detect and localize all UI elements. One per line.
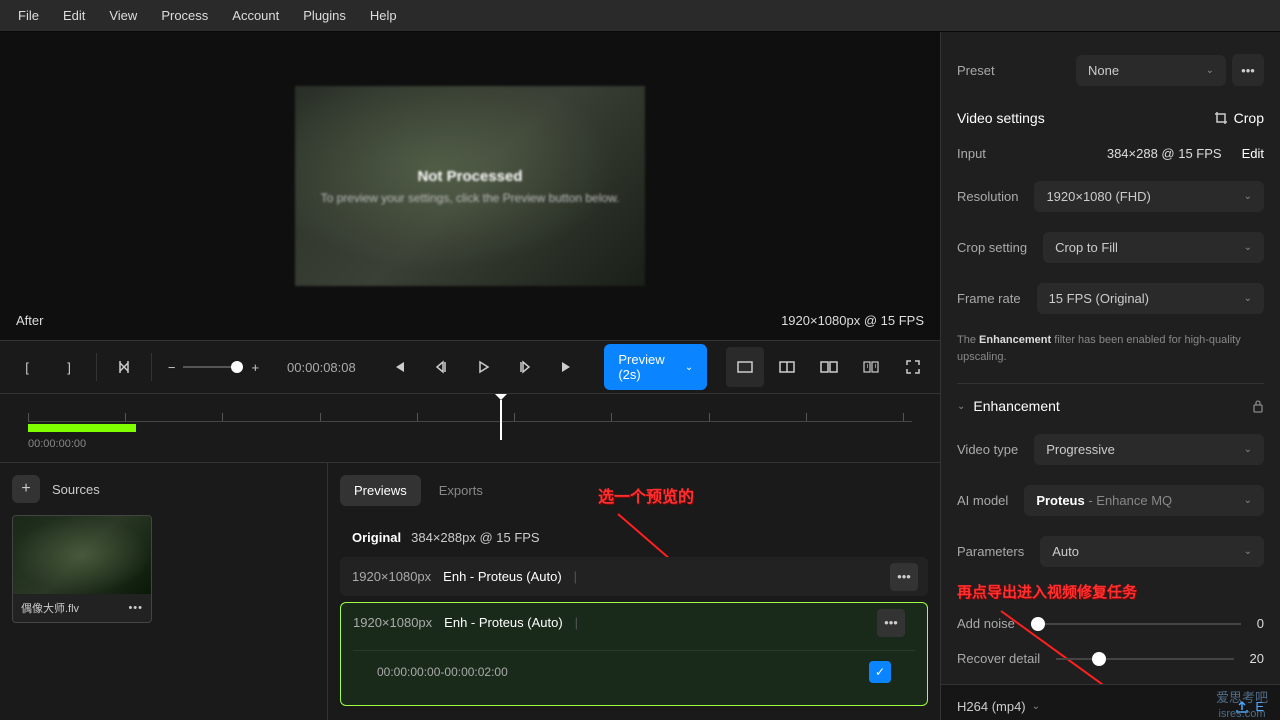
skip-start-button[interactable] bbox=[380, 347, 418, 387]
ai-model-label: AI model bbox=[957, 493, 1008, 508]
frame-rate-dropdown[interactable]: 15 FPS (Original)⌄ bbox=[1037, 283, 1264, 314]
preview-area: Not Processed To preview your settings, … bbox=[0, 32, 940, 340]
chevron-down-icon[interactable]: ⌄ bbox=[957, 401, 965, 412]
zoom-control[interactable]: − + bbox=[160, 360, 267, 375]
view-single-button[interactable] bbox=[726, 347, 764, 387]
fullscreen-button[interactable] bbox=[894, 347, 932, 387]
timeline[interactable]: 00:00:00:00 bbox=[0, 394, 940, 462]
output-resolution-label: 1920×1080px @ 15 FPS bbox=[781, 313, 924, 328]
preview-row-2-selected[interactable]: 1920×1080px Enh - Proteus (Auto) | ••• 0… bbox=[340, 602, 928, 706]
source-filename: 偶像大师.flv bbox=[21, 600, 79, 616]
zoom-out-icon[interactable]: − bbox=[168, 360, 176, 375]
player-toolbar: [ ] − + 00:00:08:08 Preview (2s) ⌄ bbox=[0, 340, 940, 394]
previews-panel: Previews Exports 选一个预览的 Original384×288p… bbox=[328, 463, 940, 720]
crop-setting-label: Crop setting bbox=[957, 240, 1027, 255]
edit-input-button[interactable]: Edit bbox=[1242, 146, 1264, 161]
parameters-label: Parameters bbox=[957, 544, 1024, 559]
step-forward-button[interactable] bbox=[506, 347, 544, 387]
add-noise-value: 0 bbox=[1257, 616, 1264, 631]
preview-button[interactable]: Preview (2s) ⌄ bbox=[604, 344, 707, 390]
resolution-label: Resolution bbox=[957, 189, 1018, 204]
after-label: After bbox=[16, 313, 43, 328]
video-type-dropdown[interactable]: Progressive⌄ bbox=[1034, 434, 1264, 465]
source-thumbnail bbox=[13, 516, 151, 594]
clear-marks-button[interactable] bbox=[105, 347, 143, 387]
add-source-button[interactable]: + bbox=[12, 475, 40, 503]
recover-detail-slider[interactable] bbox=[1056, 658, 1233, 660]
sources-header: Sources bbox=[52, 482, 100, 497]
add-noise-slider[interactable] bbox=[1031, 623, 1241, 625]
view-split-h-button[interactable] bbox=[768, 347, 806, 387]
not-processed-title: Not Processed bbox=[417, 168, 522, 185]
settings-panel: Preset None⌄ ••• Video settings Crop Inp… bbox=[940, 32, 1280, 720]
watermark: 爱思考吧 isres.com bbox=[1216, 687, 1268, 720]
crop-setting-dropdown[interactable]: Crop to Fill⌄ bbox=[1043, 232, 1264, 263]
mark-in-button[interactable]: [ bbox=[8, 347, 46, 387]
check-icon[interactable]: ✓ bbox=[869, 661, 891, 683]
source-item[interactable]: 偶像大师.flv ••• bbox=[12, 515, 152, 623]
sources-panel: + Sources 偶像大师.flv ••• bbox=[0, 463, 328, 720]
input-value: 384×288 @ 15 FPS bbox=[1107, 146, 1222, 161]
row-more-button[interactable]: ••• bbox=[890, 563, 918, 591]
input-label: Input bbox=[957, 146, 986, 161]
menu-file[interactable]: File bbox=[8, 2, 49, 29]
original-info: Original384×288px @ 15 FPS bbox=[340, 518, 928, 557]
menubar: File Edit View Process Account Plugins H… bbox=[0, 0, 1280, 32]
preset-more-button[interactable]: ••• bbox=[1232, 54, 1264, 86]
enhancement-header: Enhancement bbox=[973, 398, 1059, 414]
video-type-label: Video type bbox=[957, 442, 1018, 457]
ai-model-dropdown[interactable]: Proteus - Enhance MQ⌄ bbox=[1024, 485, 1264, 516]
timeline-clip[interactable] bbox=[28, 424, 136, 432]
preview-thumbnail: Not Processed To preview your settings, … bbox=[295, 86, 645, 286]
menu-view[interactable]: View bbox=[99, 2, 147, 29]
source-more-icon[interactable]: ••• bbox=[128, 602, 143, 614]
export-format[interactable]: H264 (mp4)⌄ bbox=[957, 699, 1040, 714]
preset-label: Preset bbox=[957, 63, 995, 78]
preview-row-1[interactable]: 1920×1080px Enh - Proteus (Auto) | ••• bbox=[340, 557, 928, 596]
add-noise-label: Add noise bbox=[957, 616, 1015, 631]
menu-plugins[interactable]: Plugins bbox=[293, 2, 356, 29]
video-settings-header: Video settings bbox=[957, 110, 1045, 126]
play-button[interactable] bbox=[464, 347, 502, 387]
recover-detail-label: Recover detail bbox=[957, 651, 1040, 666]
compare-button[interactable] bbox=[852, 347, 890, 387]
menu-process[interactable]: Process bbox=[151, 2, 218, 29]
enhancement-note: The Enhancement filter has been enabled … bbox=[957, 324, 1264, 379]
timecode-display: 00:00:08:08 bbox=[271, 360, 372, 375]
playhead[interactable] bbox=[500, 400, 502, 440]
lock-icon[interactable] bbox=[1252, 399, 1264, 413]
menu-edit[interactable]: Edit bbox=[53, 2, 95, 29]
tab-previews[interactable]: Previews bbox=[340, 475, 421, 506]
zoom-in-icon[interactable]: + bbox=[251, 360, 259, 375]
annotation-1: 选一个预览的 bbox=[598, 483, 694, 507]
tab-exports[interactable]: Exports bbox=[425, 475, 497, 506]
resolution-dropdown[interactable]: 1920×1080 (FHD)⌄ bbox=[1034, 181, 1264, 212]
step-back-button[interactable] bbox=[422, 347, 460, 387]
timeline-start-time: 00:00:00:00 bbox=[28, 438, 912, 450]
preset-dropdown[interactable]: None⌄ bbox=[1076, 55, 1226, 86]
skip-end-button[interactable] bbox=[548, 347, 586, 387]
frame-rate-label: Frame rate bbox=[957, 291, 1021, 306]
mark-out-button[interactable]: ] bbox=[50, 347, 88, 387]
not-processed-subtitle: To preview your settings, click the Prev… bbox=[321, 191, 620, 205]
view-side-by-side-button[interactable] bbox=[810, 347, 848, 387]
menu-help[interactable]: Help bbox=[360, 2, 407, 29]
parameters-dropdown[interactable]: Auto⌄ bbox=[1040, 536, 1264, 567]
row-more-button[interactable]: ••• bbox=[877, 609, 905, 637]
crop-button[interactable]: Crop bbox=[1214, 110, 1264, 126]
preview-range: 00:00:00:00-00:00:02:00 bbox=[377, 665, 508, 679]
menu-account[interactable]: Account bbox=[222, 2, 289, 29]
annotation-2: 再点导出进入视频修复任务 bbox=[957, 577, 1264, 606]
recover-detail-value: 20 bbox=[1250, 651, 1264, 666]
